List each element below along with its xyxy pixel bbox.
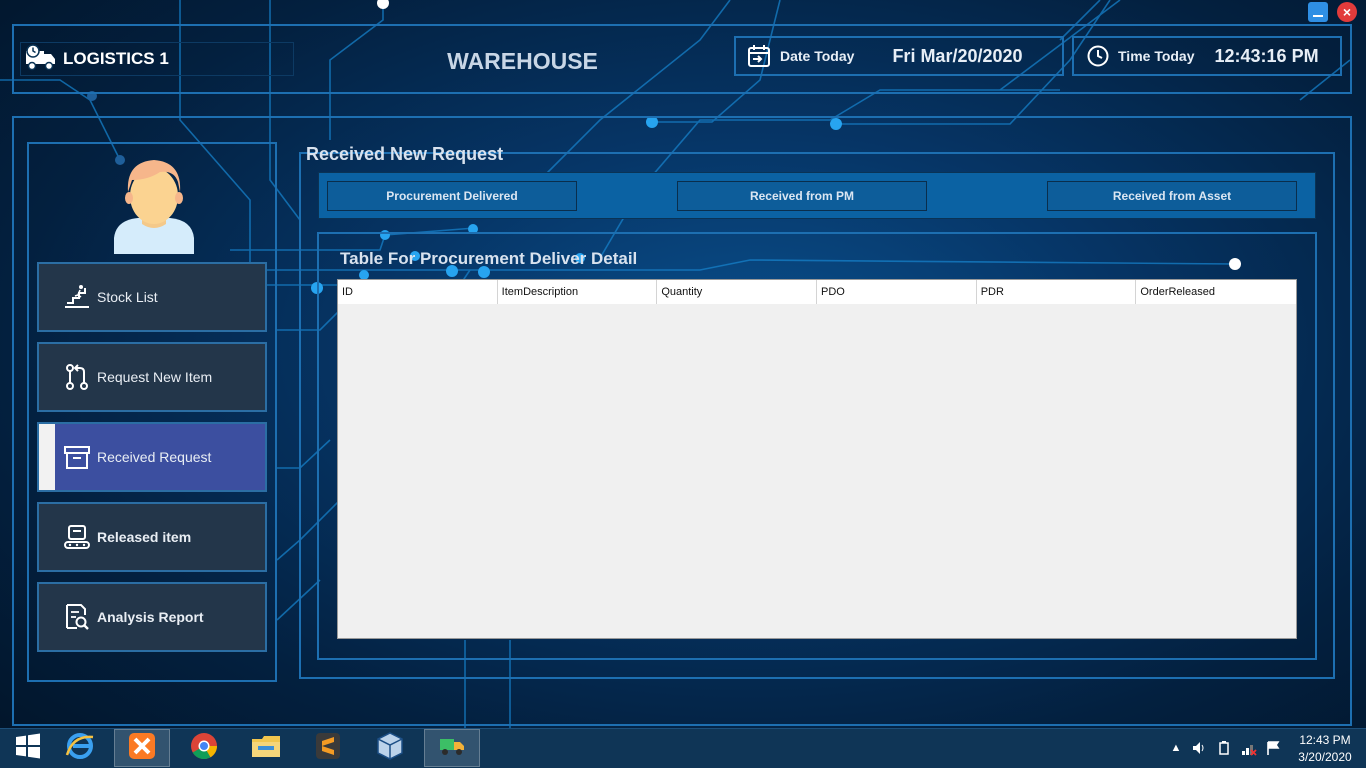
- column-header-order-released[interactable]: OrderReleased: [1136, 280, 1296, 304]
- tab-received-from-asset[interactable]: Received from Asset: [1047, 181, 1297, 211]
- taskbar-clock[interactable]: 12:43 PM 3/20/2020: [1288, 732, 1362, 766]
- stairs-climb-icon: [63, 283, 91, 311]
- column-header-item-description[interactable]: ItemDescription: [498, 280, 658, 304]
- clock-time: 12:43 PM: [1299, 733, 1351, 747]
- internet-explorer-icon: [65, 731, 95, 766]
- clock-date: 3/20/2020: [1298, 750, 1352, 764]
- network-icon[interactable]: [1241, 740, 1257, 756]
- xampp-icon: [127, 731, 157, 766]
- sidebar-item-label: Request New Item: [97, 369, 213, 385]
- taskbar-xampp[interactable]: [114, 729, 170, 767]
- show-hidden-icons-icon[interactable]: ▲: [1168, 740, 1184, 756]
- sidebar-item-label: Stock List: [97, 289, 158, 305]
- page-title: WAREHOUSE: [447, 48, 598, 74]
- time-label: Time Today: [1118, 48, 1195, 64]
- box-icon: [63, 443, 91, 471]
- clock-icon: [1086, 44, 1110, 68]
- minimize-button[interactable]: [1308, 2, 1328, 22]
- sidebar-item-analysis-report[interactable]: Analysis Report: [37, 582, 267, 652]
- taskbar-logistics-app[interactable]: [424, 729, 480, 767]
- section-title: Received New Request: [306, 144, 504, 164]
- logistics-app-icon: [439, 735, 465, 762]
- virtualbox-icon: [375, 731, 405, 766]
- action-center-flag-icon[interactable]: [1265, 740, 1281, 756]
- column-header-pdo[interactable]: PDO: [817, 280, 977, 304]
- column-header-pdr[interactable]: PDR: [977, 280, 1137, 304]
- sidebar-item-label: Released item: [97, 529, 192, 545]
- calendar-icon: [746, 43, 772, 69]
- column-header-id[interactable]: ID: [338, 280, 498, 304]
- start-button[interactable]: [0, 729, 56, 767]
- tab-received-from-pm[interactable]: Received from PM: [677, 181, 927, 211]
- sidebar-item-label: Analysis Report: [97, 609, 204, 625]
- taskbar-chrome[interactable]: [176, 729, 232, 767]
- avatar: [112, 156, 196, 254]
- volume-icon[interactable]: [1191, 740, 1207, 756]
- file-explorer-icon: [250, 731, 282, 766]
- date-value: Fri Mar/20/2020: [892, 45, 1023, 66]
- git-pull-request-icon: [63, 363, 91, 391]
- sublime-text-icon: [314, 731, 342, 766]
- date-label: Date Today: [780, 48, 855, 64]
- taskbar-file-explorer[interactable]: [238, 729, 294, 767]
- table-header-row: ID ItemDescription Quantity PDO PDR Orde…: [338, 280, 1296, 304]
- power-icon[interactable]: [1216, 740, 1232, 756]
- column-header-quantity[interactable]: Quantity: [657, 280, 818, 304]
- sidebar-item-received-request[interactable]: Received Request: [37, 422, 267, 492]
- sidebar-item-request-new-item[interactable]: Request New Item: [37, 342, 267, 412]
- table-title: Table For Procurement Deliver Detail: [340, 249, 638, 268]
- truck-icon: [25, 43, 57, 76]
- taskbar-sublime-text[interactable]: [300, 729, 356, 767]
- close-button[interactable]: ×: [1337, 2, 1357, 22]
- sidebar-item-released-item[interactable]: Released item: [37, 502, 267, 572]
- taskbar-internet-explorer[interactable]: [52, 729, 108, 767]
- windows-start-icon: [15, 733, 41, 764]
- conveyor-icon: [63, 523, 91, 551]
- report-search-icon: [63, 603, 91, 631]
- chrome-icon: [189, 731, 219, 766]
- procurement-delivery-table[interactable]: ID ItemDescription Quantity PDO PDR Orde…: [337, 279, 1297, 639]
- sidebar-item-label: Received Request: [97, 449, 212, 465]
- time-panel: Time Today 12:43:16 PM: [1072, 36, 1342, 76]
- date-panel: Date Today Fri Mar/20/2020: [734, 36, 1064, 76]
- logo-text: LOGISTICS 1: [63, 49, 169, 68]
- taskbar-virtualbox[interactable]: [362, 729, 418, 767]
- tab-procurement-delivered[interactable]: Procurement Delivered: [327, 181, 577, 211]
- sidebar-item-stock-list[interactable]: Stock List: [37, 262, 267, 332]
- app-logo: LOGISTICS 1: [20, 42, 294, 76]
- time-value: 12:43:16 PM: [1214, 45, 1319, 66]
